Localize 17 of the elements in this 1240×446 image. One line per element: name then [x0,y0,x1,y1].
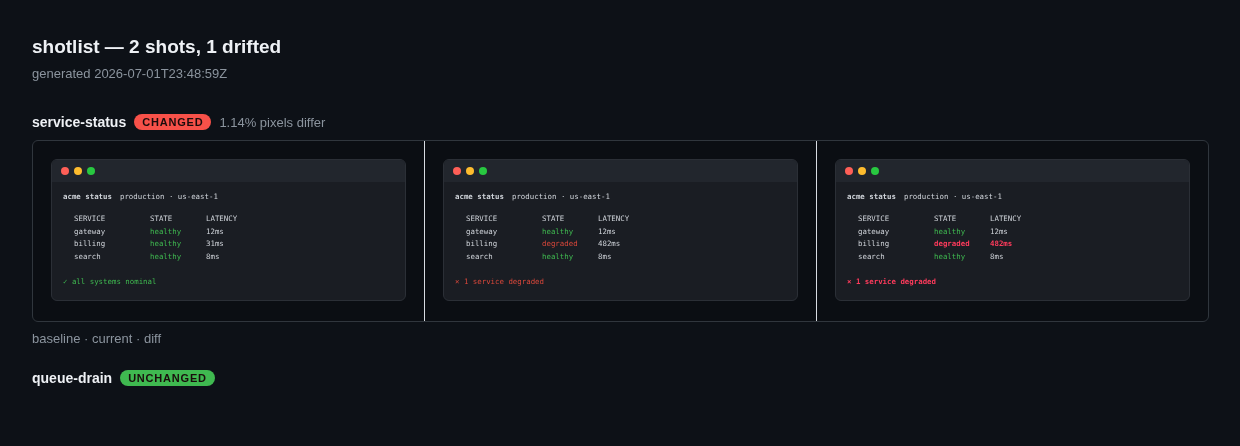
status-badge: CHANGED [134,114,212,130]
shot-name: queue-drain [32,370,113,386]
panel-caption: baseline · current · diff [32,331,163,346]
generated-timestamp: generated 2026-07-01T23:48:59Z [32,66,229,81]
close-dot [845,167,853,175]
shot-name: service-status [32,114,127,130]
maximize-dot [871,167,879,175]
close-dot [453,167,461,175]
status-badge: UNCHANGED [120,370,215,386]
minimize-dot [858,167,866,175]
maximize-dot [87,167,95,175]
minimize-dot [74,167,82,175]
minimize-dot [466,167,474,175]
diff-summary: 1.14% pixels differ [219,114,326,130]
close-dot [61,167,69,175]
maximize-dot [479,167,487,175]
page-title: shotlist — 2 shots, 1 drifted [32,36,283,58]
